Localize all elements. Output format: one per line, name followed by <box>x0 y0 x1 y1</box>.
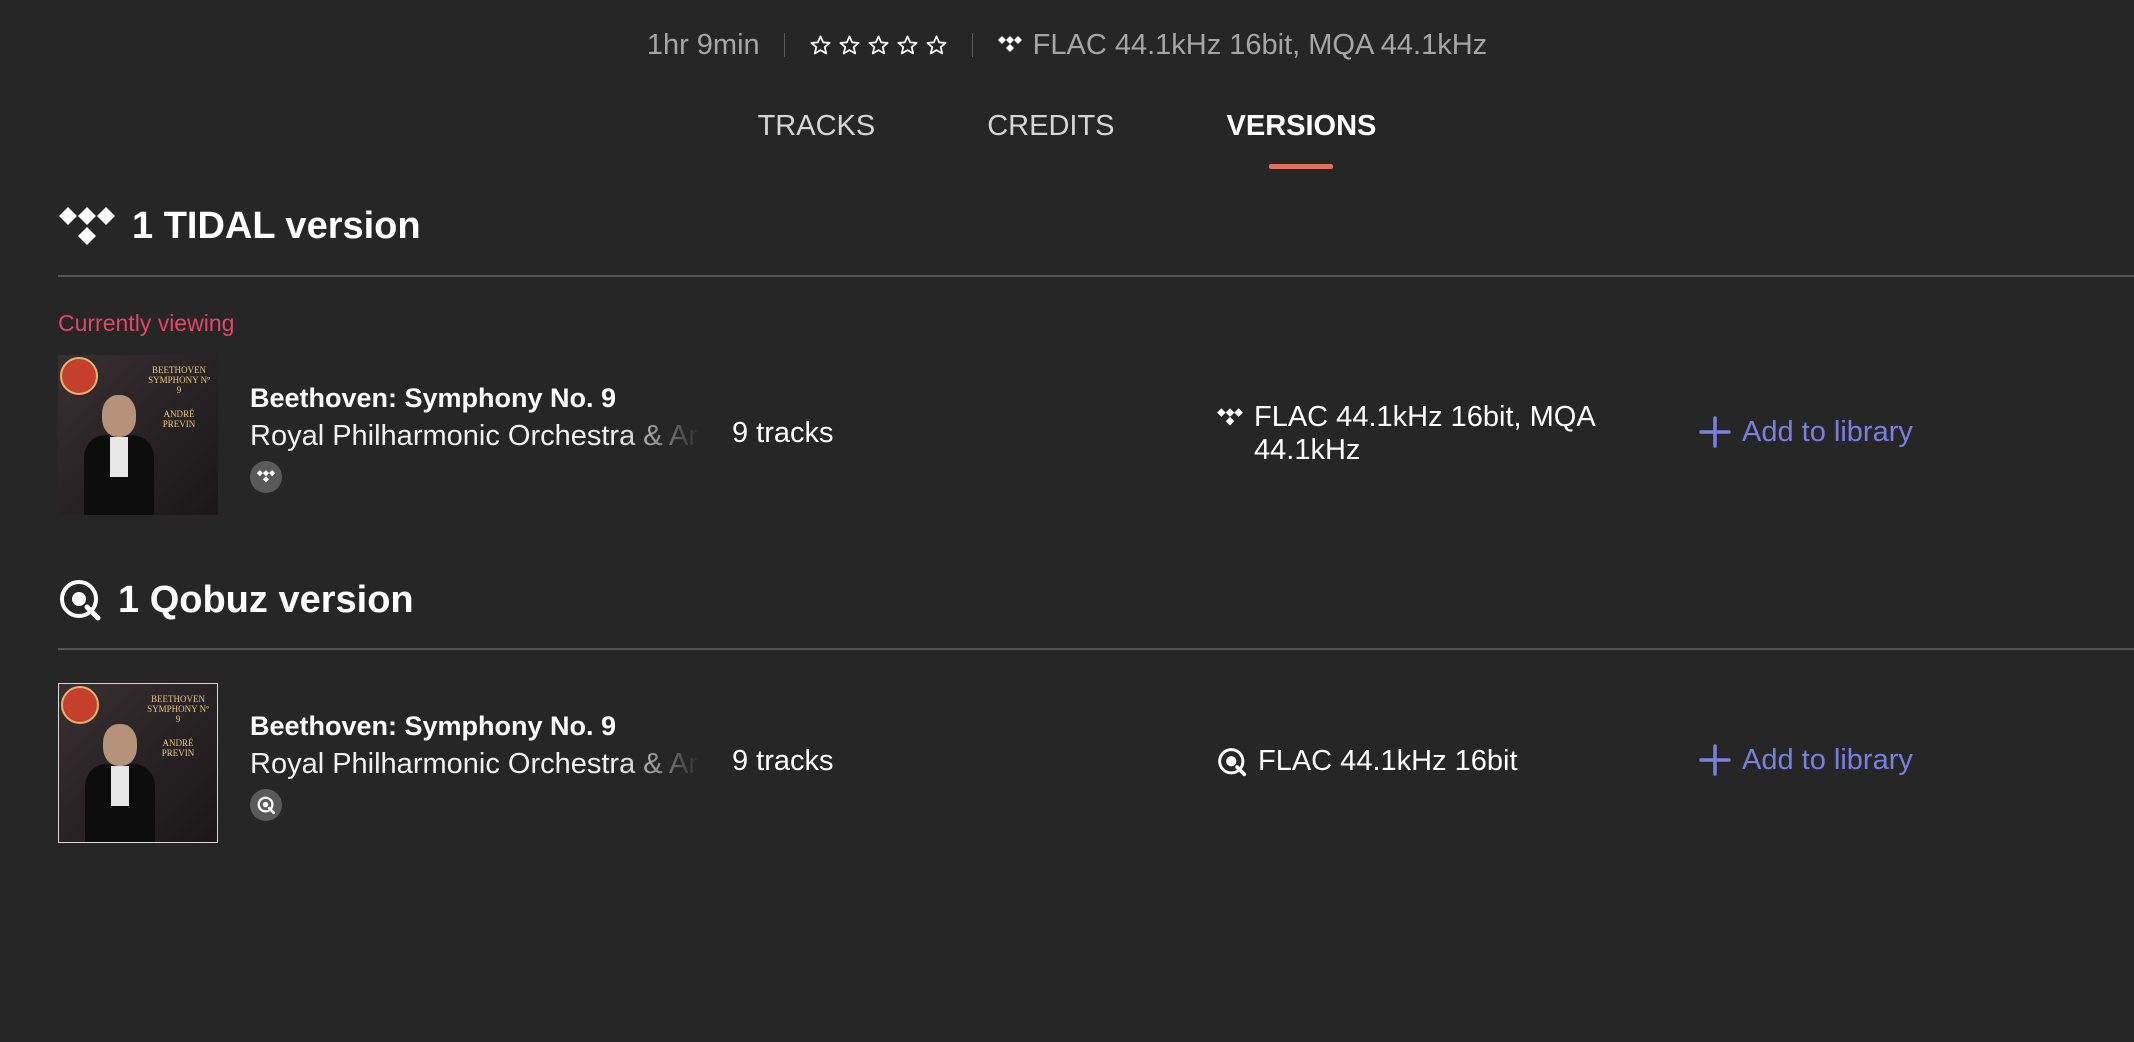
album-cover[interactable]: BEETHOVEN SYMPHONY Nº 9 ANDRÉ PREVIN <box>58 683 218 843</box>
cover-text-line: SYMPHONY Nº 9 <box>148 375 210 395</box>
tidal-icon <box>997 36 1022 52</box>
plus-icon <box>1699 416 1731 448</box>
cover-text: BEETHOVEN SYMPHONY Nº 9 ANDRÉ PREVIN <box>148 365 210 429</box>
cover-text-line: ANDRÉ PREVIN <box>162 409 196 429</box>
meta-divider <box>971 33 973 57</box>
quality-text: FLAC 44.1kHz 16bit <box>1258 745 1518 777</box>
tab-credits[interactable]: CREDITS <box>987 110 1114 169</box>
currently-viewing-label: Currently viewing <box>58 310 235 336</box>
version-quality: FLAC 44.1kHz 16bit, MQA 44.1kHz <box>1216 401 1596 467</box>
quality-text: FLAC 44.1kHz 16bit, MQA 44.1kHz <box>1254 401 1596 467</box>
plus-icon <box>1699 744 1731 776</box>
star-outline-icon[interactable] <box>838 34 861 57</box>
section-divider <box>58 275 2134 277</box>
add-to-library-label: Add to library <box>1742 415 1913 448</box>
qobuz-section-heading: 1 Qobuz version <box>58 578 414 622</box>
album-artist[interactable]: Royal Philharmonic Orchestra & Andr <box>250 420 700 453</box>
label-logo <box>61 686 99 724</box>
cover-text-line: SYMPHONY Nº 9 <box>147 704 209 724</box>
qobuz-source-badge <box>250 789 282 821</box>
star-outline-icon[interactable] <box>867 34 890 57</box>
star-outline-icon[interactable] <box>925 34 948 57</box>
cover-text-line: BEETHOVEN <box>152 365 206 375</box>
tidal-section-title: 1 TIDAL version <box>132 205 421 247</box>
qobuz-icon <box>257 796 276 815</box>
section-divider <box>58 648 2134 650</box>
version-row-qobuz[interactable]: BEETHOVEN SYMPHONY Nº 9 ANDRÉ PREVIN Bee… <box>58 683 2134 843</box>
add-to-library-label: Add to library <box>1742 743 1913 776</box>
version-row-tidal[interactable]: BEETHOVEN SYMPHONY Nº 9 ANDRÉ PREVIN Bee… <box>58 355 2134 515</box>
quality-line: FLAC 44.1kHz 16bit, MQA <box>1254 401 1596 433</box>
add-to-library-button[interactable]: Add to library <box>1698 415 1913 449</box>
album-meta-bar: 1hr 9min FLAC 44.1kHz 16bit, MQA 44.1kHz <box>0 22 2134 68</box>
tab-tracks[interactable]: TRACKS <box>758 110 876 169</box>
tidal-source-badge <box>250 461 282 493</box>
qobuz-icon <box>1218 747 1247 776</box>
album-info: Beethoven: Symphony No. 9 Royal Philharm… <box>250 711 760 821</box>
meta-quality: FLAC 44.1kHz 16bit, MQA 44.1kHz <box>997 28 1488 62</box>
tab-bar: TRACKS CREDITS VERSIONS <box>0 110 2134 169</box>
meta-quality-text: FLAC 44.1kHz 16bit, MQA 44.1kHz <box>1032 28 1488 61</box>
meta-divider <box>783 33 785 57</box>
version-quality: FLAC 44.1kHz 16bit <box>1216 745 1518 778</box>
track-count: 9 tracks <box>732 417 834 449</box>
tab-versions[interactable]: VERSIONS <box>1227 110 1376 169</box>
album-artist[interactable]: Royal Philharmonic Orchestra & Andr <box>250 748 700 781</box>
tidal-section-heading: 1 TIDAL version <box>58 205 421 248</box>
star-outline-icon[interactable] <box>809 34 832 57</box>
cover-figure-head <box>103 724 137 766</box>
album-cover[interactable]: BEETHOVEN SYMPHONY Nº 9 ANDRÉ PREVIN <box>58 355 218 515</box>
tidal-icon <box>256 470 276 483</box>
qobuz-section-title: 1 Qobuz version <box>118 578 414 621</box>
album-title[interactable]: Beethoven: Symphony No. 9 <box>250 711 760 742</box>
add-to-library-button[interactable]: Add to library <box>1698 743 1913 777</box>
track-count: 9 tracks <box>732 745 834 777</box>
cover-figure-shirt <box>111 766 129 806</box>
cover-text-line: ANDRÉ PREVIN <box>161 738 195 758</box>
qobuz-icon <box>60 580 101 621</box>
rating-stars[interactable] <box>809 34 948 57</box>
quality-line: 44.1kHz <box>1254 434 1361 466</box>
label-logo <box>60 357 98 395</box>
cover-figure-shirt <box>110 437 128 477</box>
tidal-icon <box>1217 408 1243 426</box>
tidal-icon <box>59 206 115 245</box>
duration-text: 1hr 9min <box>646 28 760 61</box>
album-info: Beethoven: Symphony No. 9 Royal Philharm… <box>250 383 760 493</box>
cover-text: BEETHOVEN SYMPHONY Nº 9 ANDRÉ PREVIN <box>147 694 209 758</box>
album-title[interactable]: Beethoven: Symphony No. 9 <box>250 383 760 414</box>
cover-text-line: BEETHOVEN <box>151 694 205 704</box>
cover-figure-head <box>102 395 136 437</box>
star-outline-icon[interactable] <box>896 34 919 57</box>
